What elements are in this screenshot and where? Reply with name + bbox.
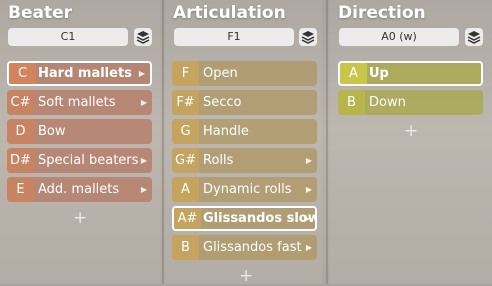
column-title: Direction [338,3,426,23]
note-badge: A# [174,208,201,229]
column-divider [326,0,328,284]
note-badge: B [172,235,199,260]
column-divider [162,0,164,284]
item-label: Rolls [203,153,234,168]
note-badge: E [7,177,34,202]
item-label: Special beaters [38,153,139,168]
note-badge: G# [172,148,199,173]
direction-column: Direction A0 (w) A Up B Down + [330,0,492,284]
item-label: Secco [203,95,242,110]
note-badge: F [172,61,199,86]
item-label: Down [369,95,406,110]
note-badge: A [172,177,199,202]
item-label: Dynamic rolls [203,182,292,197]
keyswitch-field[interactable]: C1 [8,28,128,46]
column-title: Articulation [173,3,286,23]
item-label: Glissandos slow [203,211,317,226]
list-item[interactable]: A# Glissandos slow ▶ [172,206,317,231]
list-item[interactable]: B Glissandos fast ▶ [172,235,317,260]
list-item[interactable]: A Up [338,61,483,86]
list-item[interactable]: F Open [172,61,317,86]
note-badge: F# [172,90,199,115]
list-item[interactable]: G Handle [172,119,317,144]
chevron-right-icon[interactable]: ▶ [306,148,312,173]
list-item[interactable]: E Add. mallets ▶ [7,177,152,202]
column-title: Beater [8,3,72,23]
chevron-right-icon[interactable]: ▶ [306,235,312,260]
list-item[interactable]: G# Rolls ▶ [172,148,317,173]
note-badge: C# [7,90,34,115]
layers-icon[interactable] [299,28,317,46]
chevron-right-icon[interactable]: ▶ [141,90,147,115]
articulation-list: A Up B Down [338,61,483,119]
chevron-right-icon[interactable]: ▶ [141,177,147,202]
list-item[interactable]: B Down [338,90,483,115]
item-label: Add. mallets [38,182,120,197]
item-label: Glissandos fast [203,240,302,255]
list-item[interactable]: D Bow [7,119,152,144]
item-label: Handle [203,124,249,139]
chevron-right-icon[interactable]: ▶ [139,63,145,84]
plus-icon[interactable]: + [404,123,418,140]
list-item[interactable]: C# Soft mallets ▶ [7,90,152,115]
beater-column: Beater C1 C Hard mallets ▶ C# Soft malle… [0,0,160,284]
note-badge: C [9,63,36,84]
layers-icon[interactable] [134,28,152,46]
chevron-right-icon[interactable]: ▶ [304,208,310,229]
item-label: Bow [38,124,66,139]
item-label: Hard mallets [38,66,132,81]
list-item[interactable]: F# Secco [172,90,317,115]
articulation-list: C Hard mallets ▶ C# Soft mallets ▶ D Bow… [7,61,152,206]
item-label: Open [203,66,238,81]
note-badge: D [7,119,34,144]
item-label: Soft mallets [38,95,116,110]
list-item[interactable]: D# Special beaters ▶ [7,148,152,173]
articulation-column: Articulation F1 F Open F# Secco G Handle… [165,0,322,285]
layers-icon[interactable] [465,28,483,46]
note-badge: A [340,63,367,84]
note-badge: B [338,90,365,115]
plus-icon[interactable]: + [73,210,87,227]
keyswitch-field[interactable]: A0 (w) [339,28,459,46]
note-badge: D# [7,148,34,173]
plus-icon[interactable]: + [239,268,253,285]
keyswitch-field[interactable]: F1 [174,28,294,46]
note-badge: G [172,119,199,144]
articulation-list: F Open F# Secco G Handle G# Rolls ▶ A Dy… [172,61,317,264]
chevron-right-icon[interactable]: ▶ [306,177,312,202]
list-item[interactable]: C Hard mallets ▶ [7,61,152,86]
chevron-right-icon[interactable]: ▶ [141,148,147,173]
list-item[interactable]: A Dynamic rolls ▶ [172,177,317,202]
item-label: Up [369,66,389,81]
